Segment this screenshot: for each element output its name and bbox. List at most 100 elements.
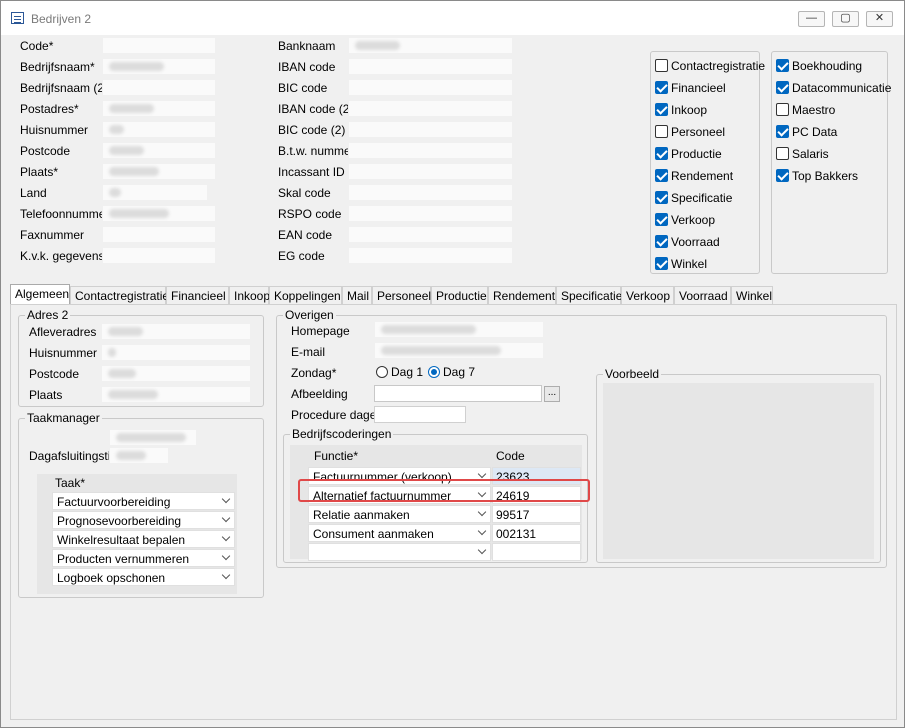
code-cell[interactable] [492,543,581,561]
afbeelding-field[interactable] [374,385,542,402]
module-boekhouding-checkbox[interactable]: Boekhouding [776,59,862,75]
field-4[interactable] [102,121,216,138]
task-select[interactable]: Factuurvoorbereiding [52,492,235,510]
bank-field-5[interactable] [348,142,513,159]
field-2[interactable] [102,79,216,96]
email-field[interactable] [374,342,544,359]
tab-financieel[interactable]: Financieel [166,286,229,305]
bank-field-7[interactable] [348,184,513,201]
minimize-button[interactable]: — [798,11,825,27]
checkbox-indicator [655,125,668,138]
checkbox-label: Boekhouding [792,59,863,73]
adres2-field-0[interactable] [101,323,251,340]
bank-field-2[interactable] [348,79,513,96]
field-3[interactable] [102,100,216,117]
module-salaris-checkbox[interactable]: Salaris [776,147,829,163]
module-winkel-checkbox[interactable]: Winkel [655,257,707,273]
module-productie-checkbox[interactable]: Productie [655,147,722,163]
module-datacommunicatie-checkbox[interactable]: Datacommunicatie [776,81,891,97]
field-9[interactable] [102,226,216,243]
functie-select[interactable]: Consument aanmaken [308,524,491,542]
module-personeel-checkbox[interactable]: Personeel [655,125,725,141]
label-0: Code* [20,39,54,53]
voorbeeld-title: Voorbeeld [603,367,662,381]
module-verkoop-checkbox[interactable]: Verkoop [655,213,715,229]
tab-verkoop[interactable]: Verkoop [621,286,674,305]
adres2-field-1[interactable] [101,344,251,361]
afbeelding-browse-button[interactable]: ... [544,386,560,402]
tab-algemeen[interactable]: Algemeen [10,284,70,305]
module-financieel-checkbox[interactable]: Financieel [655,81,726,97]
taakmanager-active-field[interactable] [109,429,197,446]
overigen-title: Overigen [283,308,336,322]
radio-dag7[interactable]: Dag 7 [428,365,475,379]
masked-value [109,62,164,71]
module-inkoop-checkbox[interactable]: Inkoop [655,103,707,119]
tab-winkel[interactable]: Winkel [731,286,773,305]
checkbox-indicator [776,169,789,182]
tab-rendement[interactable]: Rendement [488,286,556,305]
tab-voorraad[interactable]: Voorraad [674,286,731,305]
field-1[interactable] [102,58,216,75]
task-select[interactable]: Producten vernummeren [52,549,235,567]
adres2-field-3[interactable] [101,386,251,403]
checkbox-label: PC Data [792,125,838,139]
tab-koppelingen[interactable]: Koppelingen [269,286,342,305]
field-6[interactable] [102,163,216,180]
bank-field-0[interactable] [348,37,513,54]
masked-value [109,209,169,218]
dagafsluiting-field[interactable] [109,447,169,464]
tab-productie[interactable]: Productie [431,286,488,305]
tab-mail[interactable]: Mail [342,286,372,305]
label-9: Faxnummer [20,228,85,242]
adres2-label-3: Plaats [29,388,63,402]
task-select[interactable]: Logboek opschonen [52,568,235,586]
code-cell[interactable]: 99517 [492,505,581,523]
tab-inkoop[interactable]: Inkoop [229,286,270,305]
dagafsluiting-label: Dagafsluitingstijd [29,449,120,463]
module-top-bakkers-checkbox[interactable]: Top Bakkers [776,169,858,185]
modules-group-right: Boekhouding Datacommunicatie Maestro PC Dat… [771,51,891,274]
field-5[interactable] [102,142,216,159]
label-7: Land [20,186,47,200]
module-contactregistratie-checkbox[interactable]: Contactregistratie [655,59,765,75]
module-maestro-checkbox[interactable]: Maestro [776,103,835,119]
close-button[interactable]: ✕ [866,11,893,27]
module-pc-data-checkbox[interactable]: PC Data [776,125,837,141]
adres2-field-2[interactable] [101,365,251,382]
maximize-button[interactable]: ▢ [832,11,859,27]
bank-field-10[interactable] [348,247,513,264]
bank-field-1[interactable] [348,58,513,75]
field-8[interactable] [102,205,216,222]
module-voorraad-checkbox[interactable]: Voorraad [655,235,720,251]
procedure-field[interactable] [374,406,466,423]
tab-contactregistratie[interactable]: Contactregistratie [70,286,169,305]
bank-field-8[interactable] [348,205,513,222]
checkbox-indicator [776,125,789,138]
task-select[interactable]: Winkelresultaat bepalen [52,530,235,548]
bank-field-4[interactable] [348,121,513,138]
radio-dag1-indicator [376,366,388,378]
bank-field-6[interactable] [348,163,513,180]
field-0[interactable] [102,37,216,54]
checkbox-indicator [655,81,668,94]
module-rendement-checkbox[interactable]: Rendement [655,169,733,185]
tab-personeel[interactable]: Personeel [372,286,431,305]
bank-field-3[interactable] [348,100,513,117]
tab-specificatie[interactable]: Specificatie [556,286,622,305]
functie-select[interactable]: Relatie aanmaken [308,505,491,523]
code-cell[interactable]: 002131 [492,524,581,542]
functie-select[interactable] [308,543,491,561]
task-select[interactable]: Prognosevoorbereiding [52,511,235,529]
adres2-group: Adres 2 Afleveradres Huisnummer Postcode Pl… [18,308,264,407]
field-10[interactable] [102,247,216,264]
field-7[interactable] [102,184,208,201]
bedrijfscoderingen-title: Bedrijfscoderingen [290,427,394,441]
homepage-field[interactable] [374,321,544,338]
radio-dag1[interactable]: Dag 1 [376,365,423,379]
module-specificatie-checkbox[interactable]: Specificatie [655,191,732,207]
bank-field-9[interactable] [348,226,513,243]
chevron-down-icon [477,526,487,536]
form-icon [11,12,24,24]
chevron-down-icon [221,570,231,580]
